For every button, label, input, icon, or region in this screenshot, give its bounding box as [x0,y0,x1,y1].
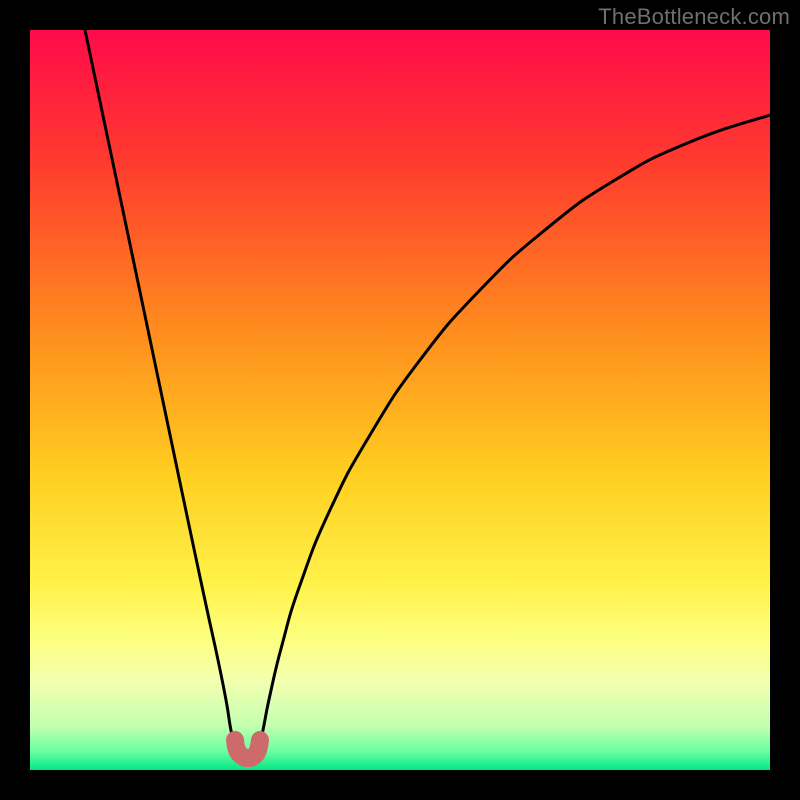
series-valley-marker [235,740,260,758]
series-left-branch [85,30,233,740]
chart-frame: TheBottleneck.com [0,0,800,800]
plot-area [30,30,770,770]
curve-layer [30,30,770,770]
series-right-branch [261,115,770,740]
attribution-text: TheBottleneck.com [598,4,790,30]
